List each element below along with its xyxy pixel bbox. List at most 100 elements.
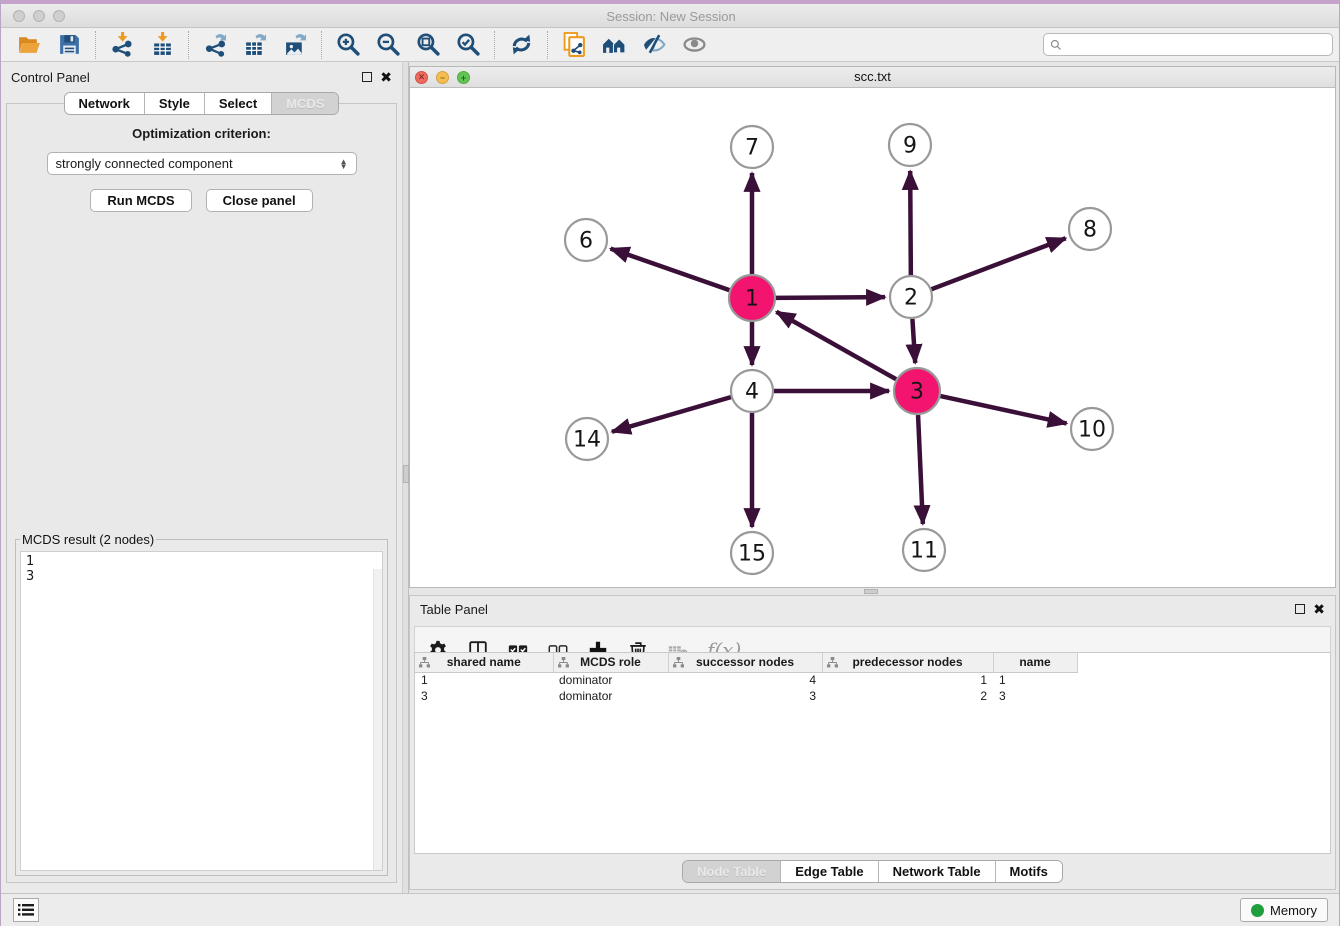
import-network-icon[interactable] — [105, 30, 139, 60]
edge-2-9[interactable] — [910, 171, 911, 275]
zoom-selected-icon[interactable] — [451, 30, 485, 60]
export-table-icon[interactable] — [238, 30, 272, 60]
tab-network[interactable]: Network — [65, 93, 145, 114]
graph-node-6[interactable]: 6 — [565, 219, 607, 261]
graph-node-1[interactable]: 1 — [729, 275, 775, 321]
node-table[interactable]: shared name MCDS role successor nodes pr… — [414, 652, 1331, 854]
cell-successor-nodes[interactable]: 3 — [668, 688, 822, 704]
cell-mcds-role[interactable]: dominator — [553, 672, 668, 688]
graph-node-3[interactable]: 3 — [894, 368, 940, 414]
network-window-titlebar[interactable]: ✕ − + scc.txt — [410, 67, 1335, 88]
graph-node-2[interactable]: 2 — [890, 276, 932, 318]
tab-mcds[interactable]: MCDS — [272, 93, 338, 114]
toolbar-separator — [188, 31, 189, 59]
task-history-button[interactable] — [13, 898, 39, 922]
svg-text:2: 2 — [904, 286, 918, 311]
cell-shared-name[interactable]: 3 — [415, 688, 553, 704]
tab-node-table[interactable]: Node Table — [683, 861, 781, 882]
tab-motifs[interactable]: Motifs — [996, 861, 1062, 882]
tab-edge-table[interactable]: Edge Table — [781, 861, 878, 882]
control-panel-tabs: Network Style Select MCDS — [64, 92, 340, 115]
network-window-close-button[interactable]: ✕ — [415, 71, 428, 84]
edge-3-11[interactable] — [918, 415, 923, 524]
control-panel-float-icon[interactable] — [362, 72, 372, 82]
cell-shared-name[interactable]: 1 — [415, 672, 553, 688]
vertical-splitter[interactable] — [402, 62, 409, 893]
edge-4-14[interactable] — [612, 397, 731, 432]
edge-2-3[interactable] — [912, 319, 915, 363]
toolbar-separator — [494, 31, 495, 59]
table-panel-float-icon[interactable] — [1295, 604, 1305, 614]
column-header-shared-name[interactable]: shared name — [415, 653, 553, 672]
svg-text:9: 9 — [903, 134, 917, 159]
svg-text:10: 10 — [1078, 418, 1106, 443]
table-row[interactable]: 3 dominator 3 2 3 — [415, 688, 1077, 704]
column-header-predecessor-nodes[interactable]: predecessor nodes — [822, 653, 993, 672]
cell-name[interactable]: 3 — [993, 688, 1077, 704]
graph-node-9[interactable]: 9 — [889, 124, 931, 166]
toggle-graphics-details-icon[interactable] — [637, 30, 671, 60]
apply-layout-icon[interactable] — [504, 30, 538, 60]
table-panel-close-icon[interactable]: ✖ — [1313, 604, 1325, 614]
table-panel-title: Table Panel — [420, 602, 488, 617]
memory-label: Memory — [1270, 903, 1317, 918]
cell-predecessor-nodes[interactable]: 2 — [822, 688, 993, 704]
result-scrollbar[interactable] — [373, 569, 382, 870]
tab-network-table[interactable]: Network Table — [879, 861, 996, 882]
export-network-icon[interactable] — [198, 30, 232, 60]
tab-style[interactable]: Style — [145, 93, 205, 114]
network-window-minimize-button[interactable]: − — [436, 71, 449, 84]
graph-node-8[interactable]: 8 — [1069, 208, 1111, 250]
memory-button[interactable]: Memory — [1240, 898, 1328, 922]
open-file-icon[interactable] — [12, 30, 46, 60]
graph-node-15[interactable]: 15 — [731, 532, 773, 574]
graph-node-7[interactable]: 7 — [731, 126, 773, 168]
save-session-icon[interactable] — [52, 30, 86, 60]
criterion-dropdown[interactable]: strongly connected component ▲▼ — [47, 152, 357, 175]
home-icon[interactable] — [597, 30, 631, 60]
status-bar: Memory — [1, 893, 1340, 926]
svg-text:3: 3 — [910, 380, 924, 405]
run-mcds-button[interactable]: Run MCDS — [90, 189, 191, 212]
edge-3-10[interactable] — [940, 396, 1066, 423]
search-field[interactable] — [1043, 33, 1333, 56]
graph-node-4[interactable]: 4 — [731, 370, 773, 412]
edge-2-8[interactable] — [932, 238, 1066, 289]
tab-select[interactable]: Select — [205, 93, 272, 114]
edge-3-1[interactable] — [776, 312, 896, 379]
column-header-successor-nodes[interactable]: successor nodes — [668, 653, 822, 672]
svg-text:1: 1 — [745, 287, 759, 312]
horizontal-splitter[interactable] — [409, 588, 1336, 595]
graph-node-10[interactable]: 10 — [1071, 408, 1113, 450]
column-header-mcds-role[interactable]: MCDS role — [553, 653, 668, 672]
table-header-row[interactable]: shared name MCDS role successor nodes pr… — [415, 653, 1077, 672]
column-header-name[interactable]: name — [993, 653, 1077, 672]
svg-text:14: 14 — [573, 428, 601, 453]
control-panel: Control Panel ✖ Network Style Select MCD… — [1, 62, 402, 893]
network-from-document-icon[interactable] — [557, 30, 591, 60]
search-input[interactable] — [1066, 38, 1326, 52]
mcds-result-text[interactable]: 1 3 — [20, 551, 383, 871]
cell-successor-nodes[interactable]: 4 — [668, 672, 822, 688]
graph-node-11[interactable]: 11 — [903, 529, 945, 571]
cell-name[interactable]: 1 — [993, 672, 1077, 688]
edge-1-2[interactable] — [776, 297, 885, 298]
cell-predecessor-nodes[interactable]: 1 — [822, 672, 993, 688]
cell-mcds-role[interactable]: dominator — [553, 688, 668, 704]
graph-node-14[interactable]: 14 — [566, 418, 608, 460]
network-graph[interactable]: 7 9 6 8 1 2 4 3 14 10 15 11 — [410, 88, 1335, 587]
network-window-maximize-button[interactable]: + — [457, 71, 470, 84]
edge-1-6[interactable] — [611, 249, 730, 291]
horizontal-splitter-grip[interactable] — [864, 589, 878, 594]
network-canvas[interactable]: 7 9 6 8 1 2 4 3 14 10 15 11 — [410, 88, 1335, 587]
zoom-in-icon[interactable] — [331, 30, 365, 60]
show-hide-panel-eye-icon[interactable] — [677, 30, 711, 60]
import-table-icon[interactable] — [145, 30, 179, 60]
control-panel-close-icon[interactable]: ✖ — [380, 72, 392, 82]
close-panel-button[interactable]: Close panel — [206, 189, 313, 212]
zoom-out-icon[interactable] — [371, 30, 405, 60]
table-row[interactable]: 1 dominator 4 1 1 — [415, 672, 1077, 688]
export-image-icon[interactable] — [278, 30, 312, 60]
svg-text:15: 15 — [738, 542, 766, 567]
zoom-fit-icon[interactable] — [411, 30, 445, 60]
